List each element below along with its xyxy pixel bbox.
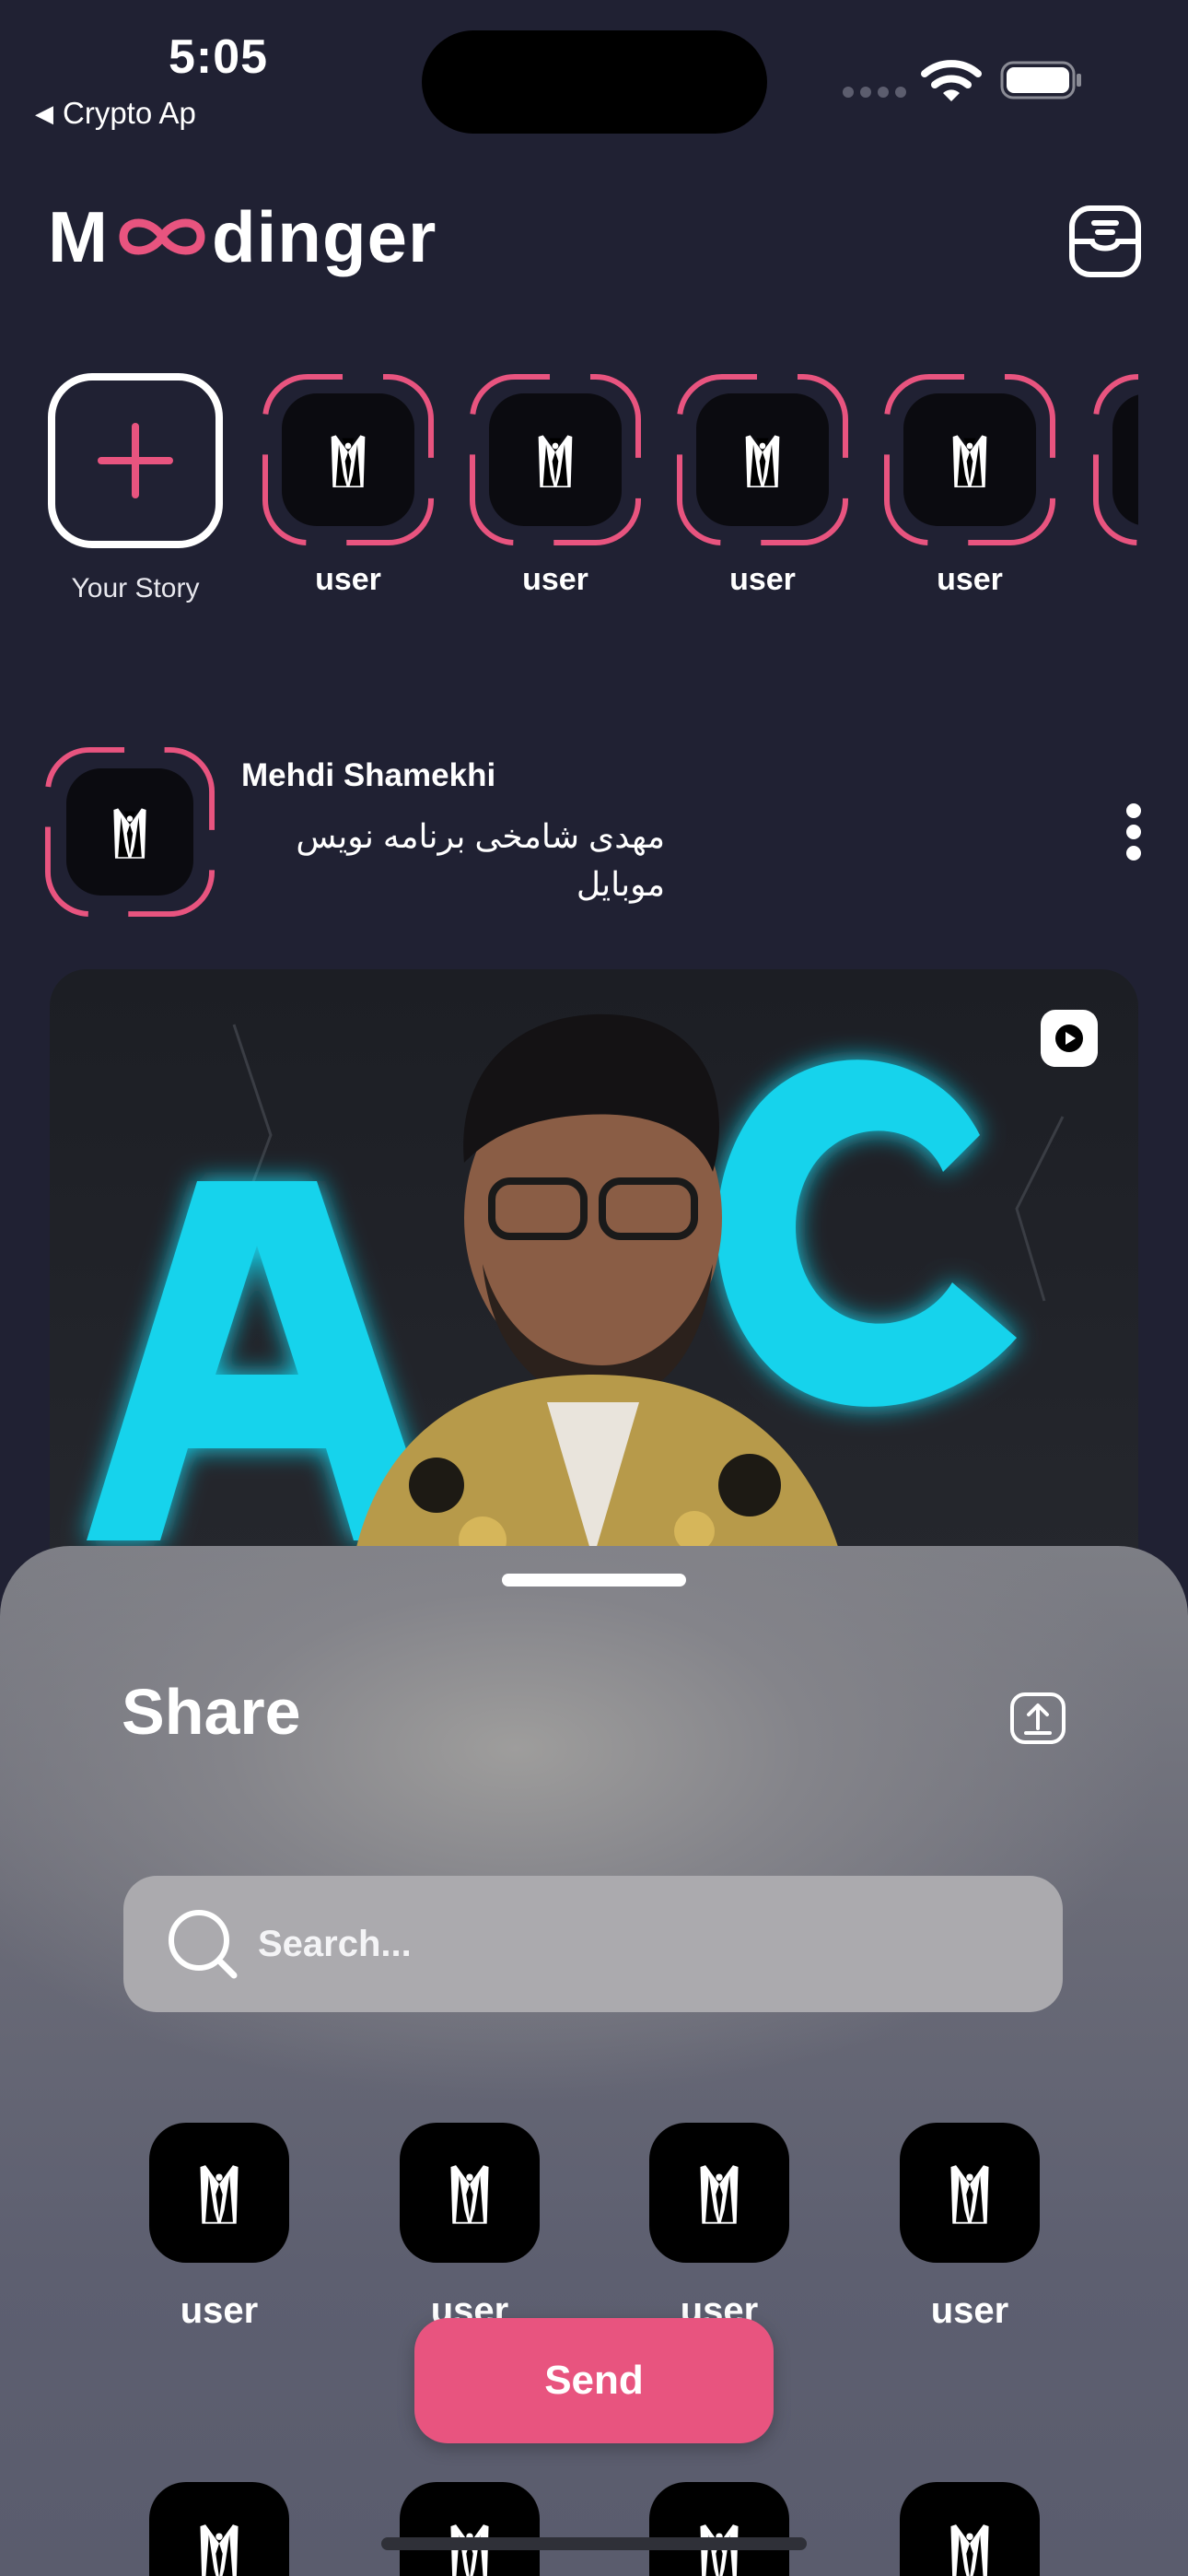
avatar [649, 2123, 789, 2263]
avatar [696, 393, 829, 526]
story-username: user [937, 562, 1003, 597]
share-contact[interactable]: user [400, 2123, 540, 2332]
add-story-label: Your Story [71, 573, 200, 603]
avatar [900, 2482, 1040, 2576]
add-story-button[interactable] [48, 373, 223, 548]
back-triangle-icon: ◀ [35, 99, 53, 127]
upload-icon[interactable] [1009, 1692, 1066, 1745]
back-to-app-button[interactable]: ◀ Crypto Ap [35, 96, 196, 131]
post-author-avatar[interactable] [44, 746, 215, 918]
more-vertical-icon[interactable] [1122, 803, 1146, 861]
avatar [489, 393, 622, 526]
avatar [149, 2123, 289, 2263]
search-icon [169, 1910, 238, 1979]
share-contact-name: user [180, 2290, 259, 2331]
story-item-partial[interactable] [1092, 373, 1138, 548]
share-contact[interactable]: user [900, 2123, 1040, 2332]
sheet-drag-handle[interactable] [502, 1574, 686, 1587]
share-contact-name: user [930, 2290, 1009, 2331]
user-avatar-icon [108, 802, 152, 862]
avatar [149, 2482, 289, 2576]
post-image[interactable] [50, 969, 1138, 1559]
share-contact[interactable]: user [149, 2123, 289, 2332]
story-username: user [522, 562, 588, 597]
post-photo [87, 1013, 1065, 1559]
share-contact[interactable] [149, 2482, 289, 2576]
search-field[interactable] [123, 1876, 1063, 2012]
user-avatar-icon [193, 2517, 245, 2576]
avatar [400, 2482, 540, 2576]
user-avatar-icon [693, 2158, 745, 2228]
logo-text-left: M [48, 195, 109, 277]
battery-icon [1000, 61, 1081, 100]
share-contact[interactable] [649, 2482, 789, 2576]
post-author-bio: مهدی شامخی برنامه نویس موبایل [296, 817, 665, 903]
back-app-label: Crypto Ap [63, 96, 196, 130]
status-time: 5:05 [169, 30, 269, 84]
user-avatar-icon [325, 427, 371, 492]
share-contact[interactable]: user [649, 2123, 789, 2332]
infinity-icon [119, 218, 205, 255]
home-indicator[interactable] [381, 2537, 807, 2550]
app-logo: M dinger [48, 195, 437, 278]
user-avatar-icon [944, 2517, 996, 2576]
play-icon[interactable] [1041, 1010, 1098, 1067]
user-avatar-icon [532, 427, 578, 492]
screen: 5:05 ◀ Crypto Ap M dinger Your Story use… [0, 0, 1188, 2576]
post-author-name[interactable]: Mehdi Shamekhi [241, 757, 495, 794]
avatar [66, 768, 193, 896]
avatar [649, 2482, 789, 2576]
play-triangle-icon [1055, 1025, 1083, 1052]
story-username: user [729, 562, 796, 597]
story-username: user [315, 562, 381, 597]
search-input[interactable] [258, 1923, 995, 1965]
dynamic-island [422, 30, 767, 134]
avatar [400, 2123, 540, 2263]
cellular-signal-icon [843, 87, 906, 98]
share-sheet-title: Share [122, 1676, 301, 1748]
plus-icon [98, 423, 173, 498]
share-contact[interactable] [900, 2482, 1040, 2576]
avatar [282, 393, 414, 526]
user-avatar-icon [193, 2158, 245, 2228]
avatar [900, 2123, 1040, 2263]
user-avatar-icon [944, 2158, 996, 2228]
user-avatar-icon [740, 427, 786, 492]
avatar [903, 393, 1036, 526]
send-button[interactable]: Send [414, 2318, 774, 2443]
wifi-icon [921, 60, 982, 101]
share-contact[interactable] [400, 2482, 540, 2576]
user-avatar-icon [444, 2158, 495, 2228]
logo-text-right: dinger [211, 195, 437, 277]
user-avatar-icon [947, 427, 993, 492]
inbox-icon[interactable] [1068, 205, 1142, 278]
avatar [1112, 393, 1138, 526]
